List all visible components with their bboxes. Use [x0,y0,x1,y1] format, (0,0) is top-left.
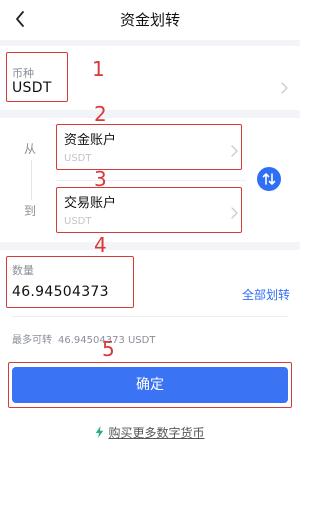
annotation-number-1: 1 [92,57,105,81]
annotation-box-2 [56,124,242,170]
to-label: 到 [24,204,37,218]
annotation-number-2: 2 [94,102,107,126]
available-label: 最多可转 [12,335,52,346]
nav-bar: 资金划转 [0,0,300,40]
swap-vertical-icon [262,173,276,185]
chevron-right-icon [279,80,289,94]
page-title: 资金划转 [119,11,180,29]
available-balance: 最多可转 46.94504373 USDT [12,331,161,346]
from-label: 从 [24,142,37,156]
annotation-number-4: 4 [94,233,107,257]
transfer-all-button[interactable]: 全部划转 [242,286,290,303]
annotation-box-5 [8,362,292,408]
buy-more-link[interactable]: 购买更多数字货币 [108,426,204,440]
annotation-box-1 [6,52,68,102]
annotation-box-4 [6,256,134,308]
divider [0,110,300,118]
route-line [31,160,32,200]
lightning-icon [95,426,104,438]
annotation-box-3 [56,187,242,233]
swap-button[interactable] [257,167,281,191]
divider [0,242,300,250]
buy-more-link-row: 购买更多数字货币 [0,424,300,441]
annotation-number-5: 5 [102,337,115,361]
divider [56,180,246,181]
annotation-number-3: 3 [94,167,107,191]
input-underline [12,316,288,317]
